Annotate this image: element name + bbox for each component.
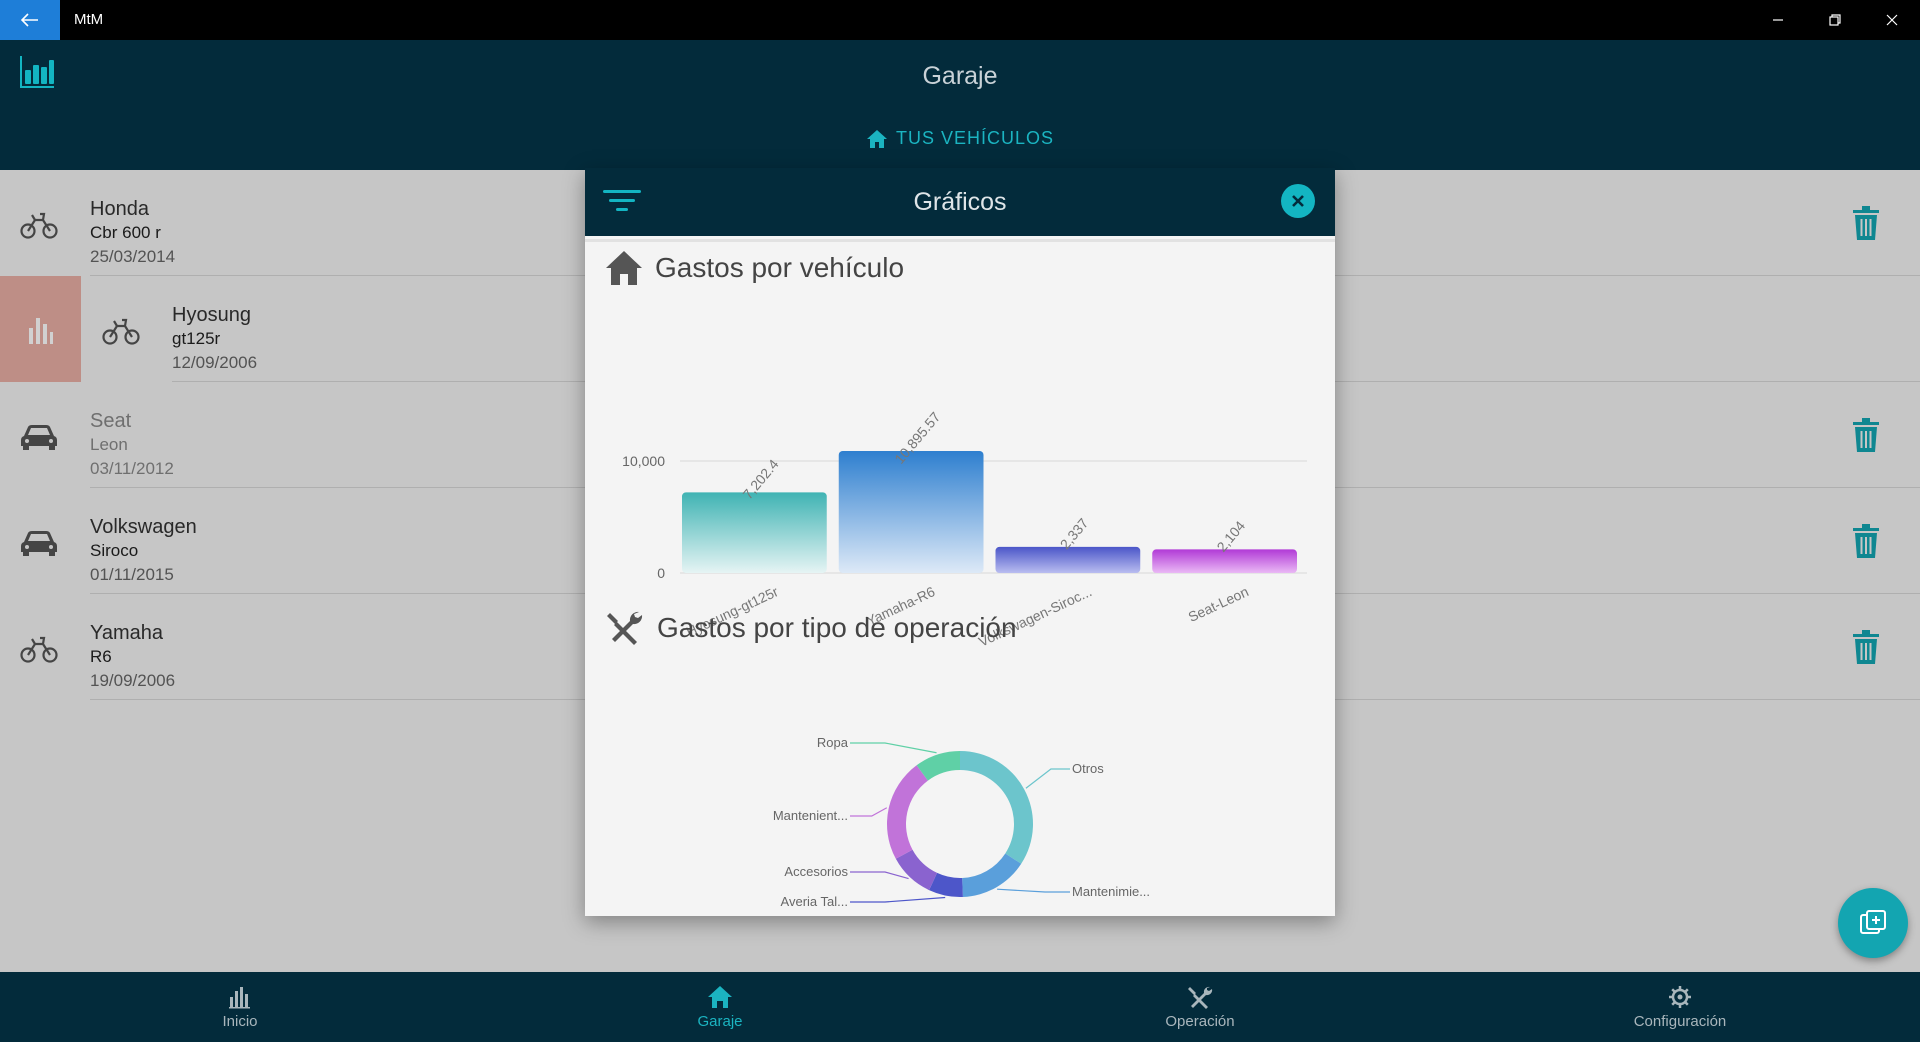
label-leader-line — [850, 896, 946, 903]
minimize-button[interactable] — [1749, 0, 1806, 40]
slice-label: Accesorios — [784, 864, 848, 879]
donut-slice — [887, 765, 928, 859]
close-window-button[interactable] — [1863, 0, 1920, 40]
app-name: MtM — [74, 11, 104, 28]
section-title-vehicles: Gastos por vehículo — [605, 250, 904, 286]
dialog-header: Gráficos — [585, 168, 1335, 236]
y-tick-label: 10,000 — [622, 453, 665, 469]
slice-label: Ropa — [817, 735, 849, 750]
arrow-left-icon — [21, 13, 38, 27]
label-leader-line — [997, 888, 1070, 893]
nav-label: Garaje — [697, 1012, 743, 1030]
bar — [838, 450, 984, 573]
bottom-navigation: Inicio Garaje Operación Configuración — [0, 972, 1920, 1042]
dialog-title: Gráficos — [913, 188, 1007, 216]
label-leader-line — [850, 742, 937, 754]
section-title-text: Gastos por tipo de operación — [657, 612, 1017, 643]
tab-label: TUS VEHÍCULOS — [895, 128, 1055, 148]
nav-label: Operación — [1165, 1012, 1235, 1030]
section-title-text: Gastos por vehículo — [655, 252, 905, 283]
gear-icon — [1669, 985, 1691, 1008]
label-leader-line — [850, 807, 888, 817]
slice-label: Averia Tal... — [781, 894, 848, 909]
nav-label: Configuración — [1633, 1012, 1727, 1030]
home-icon — [606, 251, 642, 285]
label-leader-line — [1025, 768, 1070, 789]
data-label: 2,104 — [1213, 518, 1248, 555]
tab-tus-vehiculos[interactable]: TUS VEHÍCULOS — [0, 128, 1920, 149]
header-divider — [585, 239, 1335, 242]
nav-operacion[interactable]: Operación — [960, 972, 1440, 1042]
bar-chart-icon — [229, 986, 250, 1008]
slice-label: Mantenimie... — [1072, 884, 1150, 899]
y-tick-label: 0 — [657, 565, 665, 581]
nav-garaje[interactable]: Garaje — [480, 972, 960, 1042]
title-bar: MtM — [0, 0, 1920, 40]
restore-button[interactable] — [1806, 0, 1863, 40]
tools-icon — [607, 611, 643, 645]
add-copy-icon — [1860, 910, 1886, 934]
nav-configuracion[interactable]: Configuración — [1440, 972, 1920, 1042]
x-tick-label: Seat-Leon — [1186, 583, 1251, 625]
data-label: 2,337 — [1057, 515, 1092, 552]
slice-label: Otros — [1072, 761, 1104, 776]
app-header: Garaje TUS VEHÍCULOS — [0, 40, 1920, 170]
charts-dialog: Gráficos Gastos por vehículo 0 10,000 7,20… — [585, 168, 1335, 916]
page-title: Garaje — [922, 62, 998, 90]
close-icon — [1292, 195, 1304, 207]
donut-chart: Otros Mantenimie... Averia Tal... Accesorio… — [773, 735, 1150, 909]
donut-slice — [895, 849, 938, 891]
home-icon — [866, 129, 887, 148]
nav-label: Inicio — [222, 1012, 258, 1030]
minimize-icon — [1772, 19, 1783, 21]
back-button[interactable] — [0, 0, 60, 40]
nav-inicio[interactable]: Inicio — [0, 972, 480, 1042]
add-vehicle-button[interactable] — [1838, 888, 1908, 958]
close-dialog-button[interactable] — [1281, 184, 1315, 218]
bar — [682, 492, 827, 573]
home-icon — [708, 985, 732, 1008]
label-leader-line — [850, 871, 909, 880]
close-icon — [1886, 14, 1897, 26]
section-title-operations: Gastos por tipo de operación — [605, 610, 1017, 646]
donut-slice — [960, 751, 1033, 864]
slice-label: Mantenient... — [773, 808, 848, 823]
restore-icon — [1828, 14, 1841, 26]
tools-icon — [1188, 986, 1213, 1009]
